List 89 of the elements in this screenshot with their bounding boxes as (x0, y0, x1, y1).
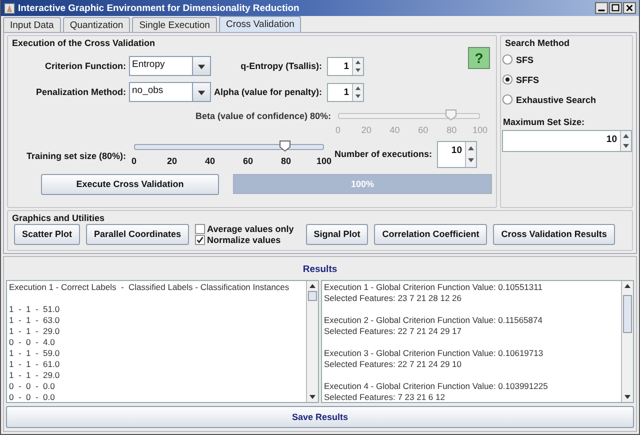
group-title: Graphics and Utilities (11, 212, 106, 223)
dropdown[interactable]: Entropy (129, 56, 211, 76)
tick-label: 20 (361, 125, 372, 135)
text-line: Execution 3 - Global Criterion Function Value: 0.10619713 (324, 348, 544, 359)
tick-label: 0 (336, 125, 340, 135)
text-line: 0 - 0 - 4.0 (9, 337, 56, 348)
tick-label: 0 (132, 156, 136, 166)
slider-thumb[interactable] (279, 140, 292, 152)
text-line: 1 - 1 - 29.0 (9, 326, 61, 337)
save-button[interactable]: Save Results (6, 406, 634, 428)
radio-button[interactable] (502, 74, 513, 85)
tab[interactable]: Input Data (3, 17, 61, 32)
toolbar-button[interactable]: Signal Plot (306, 224, 368, 245)
checkbox[interactable] (195, 234, 206, 245)
dropdown[interactable]: no_obs (129, 82, 211, 102)
checkbox[interactable] (195, 224, 206, 234)
toolbar-button[interactable]: Cross Validation Results (493, 224, 615, 245)
scrollbar[interactable] (621, 281, 633, 402)
text-line: 1 - 1 - 59.0 (9, 348, 61, 359)
text-line: Selected Features: 23 7 21 28 12 26 (324, 293, 463, 304)
close-icon[interactable] (623, 2, 636, 14)
text-line: 1 - 1 - 29.0 (9, 370, 61, 381)
spinner-value: 10 (450, 144, 463, 158)
group-title: Execution of the Cross Validation (11, 37, 156, 48)
radio-option[interactable]: SFFS (502, 74, 632, 85)
text-line: Selected Features: 22 7 21 24 29 17 (324, 326, 463, 337)
scrollbar-thumb[interactable] (308, 291, 317, 301)
text-line: 1 - 1 - 51.0 (9, 304, 61, 315)
caret-icon (197, 62, 206, 70)
down-arrow-icon[interactable] (353, 66, 363, 74)
help-button[interactable]: ? (468, 47, 490, 69)
minimize-icon[interactable] (595, 2, 608, 14)
tick-label: 80 (281, 156, 291, 166)
text-line: 1 - 1 - 63.0 (9, 315, 61, 326)
spinner-field[interactable]: 10 (437, 140, 477, 168)
scrollbar[interactable] (306, 281, 318, 402)
spinner-value: 1 (342, 86, 350, 100)
text-line: 0 - 0 - 0.0 (9, 392, 56, 402)
results-title: Results (302, 263, 338, 277)
tab[interactable]: Single Execution (132, 17, 217, 32)
spinner-value: 1 (342, 60, 350, 74)
tab[interactable]: Cross Validation (218, 16, 302, 32)
field-label: Alpha (value for penalty): (212, 87, 323, 97)
field-label: Criterion Function: (44, 61, 127, 71)
tab[interactable]: Quantization (62, 17, 130, 32)
text-line: 0 - 0 - 0.0 (9, 381, 56, 392)
field-label: Maximum Set Size: (502, 116, 586, 127)
toolbar-button[interactable]: Correlation Coefficient (374, 224, 488, 245)
field-label: Number of executions: (333, 149, 433, 159)
text-line: Execution 4 - Global Criterion Function Value: 0.103991225 (324, 381, 549, 392)
app-icon (4, 2, 15, 14)
text-line: Execution 2 - Global Criterion Function Value: 0.11565874 (324, 315, 544, 326)
text-line: Execution 1 - Global Criterion Function Value: 0.10551311 (324, 282, 544, 293)
tick-label: 80 (446, 125, 457, 135)
toolbar-button[interactable]: Parallel Coordinates (86, 224, 190, 245)
radio-button[interactable] (502, 54, 513, 65)
slider-label: Beta (value of confidence) 80%: (194, 111, 332, 121)
tick-label: 100 (472, 125, 488, 135)
text-line: Selected Features: 22 7 21 24 29 10 (324, 359, 463, 370)
spinner-field[interactable]: 10 (502, 130, 632, 152)
toolbar-button[interactable]: Scatter Plot (14, 224, 80, 245)
spinner-field[interactable]: 1 (327, 56, 364, 76)
tick-label: 60 (418, 125, 428, 135)
maximize-icon[interactable] (609, 2, 622, 14)
text-line: Selected Features: 7 23 21 6 12 (324, 392, 446, 402)
progress-text: 100% (350, 179, 376, 189)
spinner-value: 10 (605, 133, 618, 147)
tick-label: 100 (316, 156, 332, 166)
tick-label: 40 (205, 156, 215, 166)
text-line: Execution 1 - Correct Labels - Classified Labels - Classification Instances (9, 282, 290, 293)
spinner-field[interactable]: 1 (327, 82, 364, 102)
scrollbar-thumb[interactable] (623, 295, 632, 333)
radio-button[interactable] (502, 94, 513, 105)
tick-label: 60 (243, 156, 253, 166)
checkbox-option[interactable]: Normalize values (195, 234, 294, 245)
caret-icon (197, 88, 206, 96)
radio-option[interactable]: SFS (502, 54, 632, 65)
down-arrow-icon[interactable] (353, 92, 363, 100)
tick-label: 40 (390, 125, 400, 135)
radio-option[interactable]: Exhaustive Search (502, 94, 632, 105)
checkbox-option[interactable]: Average values only (195, 224, 294, 234)
slider-label: Training set size (80%): (25, 151, 127, 161)
field-label: q-Entropy (Tsallis): (240, 61, 323, 71)
group-title: Search Method (504, 37, 571, 48)
field-label: Penalization Method: (35, 87, 127, 97)
execute-button[interactable]: Execute Cross Validation (41, 174, 219, 194)
tick-label: 20 (167, 156, 177, 166)
text-line: 1 - 1 - 61.0 (9, 359, 61, 370)
window-title: Interactive Graphic Environment for Dimensionality Reduction (18, 2, 300, 14)
